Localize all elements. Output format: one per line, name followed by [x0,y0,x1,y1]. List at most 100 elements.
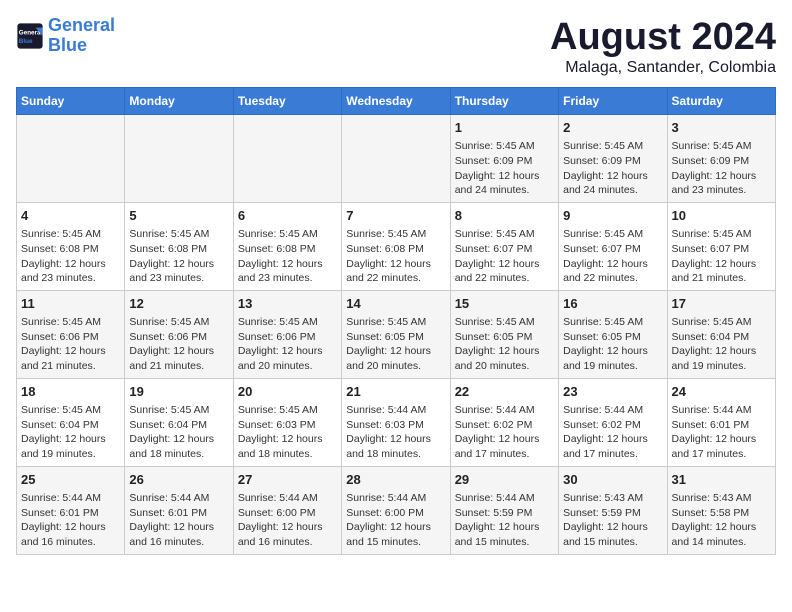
day-info: Sunrise: 5:45 AM Sunset: 6:09 PM Dayligh… [672,139,771,198]
calendar-cell: 1 Sunrise: 5:45 AM Sunset: 6:09 PM Daylig… [450,115,558,203]
day-number: 16 [563,295,662,313]
day-number: 11 [21,295,120,313]
day-number: 27 [238,471,337,489]
calendar-cell: 26 Sunrise: 5:44 AM Sunset: 6:01 PM Dayli… [125,466,233,554]
calendar-cell: 6Sunrise: 5:45 AM Sunset: 6:08 PM Daylig… [233,202,341,290]
weekday-header-friday: Friday [559,88,667,115]
day-number: 10 [672,207,771,225]
day-number: 2 [563,119,662,137]
day-number: 15 [455,295,554,313]
calendar-cell [233,115,341,203]
day-number: 23 [563,383,662,401]
day-number: 14 [346,295,445,313]
weekday-header-row: SundayMondayTuesdayWednesdayThursdayFrid… [17,88,776,115]
logo-icon: General Blue [16,22,44,50]
day-info: Sunrise: 5:45 AM Sunset: 6:04 PM Dayligh… [129,403,228,462]
day-number: 28 [346,471,445,489]
day-number: 4 [21,207,120,225]
day-number: 17 [672,295,771,313]
calendar-table: SundayMondayTuesdayWednesdayThursdayFrid… [16,87,776,555]
day-info: Sunrise: 5:44 AM Sunset: 5:59 PM Dayligh… [455,491,554,550]
day-info: Sunrise: 5:45 AM Sunset: 6:07 PM Dayligh… [672,227,771,286]
day-info: Sunrise: 5:43 AM Sunset: 5:58 PM Dayligh… [672,491,771,550]
day-info: Sunrise: 5:45 AM Sunset: 6:08 PM Dayligh… [238,227,337,286]
day-info: Sunrise: 5:45 AM Sunset: 6:07 PM Dayligh… [563,227,662,286]
calendar-cell: 25Sunrise: 5:44 AM Sunset: 6:01 PM Dayli… [17,466,125,554]
calendar-week-1: 1 Sunrise: 5:45 AM Sunset: 6:09 PM Daylig… [17,115,776,203]
day-number: 8 [455,207,554,225]
calendar-cell: 16Sunrise: 5:45 AM Sunset: 6:05 PM Dayli… [559,290,667,378]
weekday-header-saturday: Saturday [667,88,775,115]
calendar-cell: 20 Sunrise: 5:45 AM Sunset: 6:03 PM Dayli… [233,378,341,466]
day-number: 30 [563,471,662,489]
calendar-cell: 15Sunrise: 5:45 AM Sunset: 6:05 PM Dayli… [450,290,558,378]
day-info: Sunrise: 5:45 AM Sunset: 6:07 PM Dayligh… [455,227,554,286]
calendar-cell: 17Sunrise: 5:45 AM Sunset: 6:04 PM Dayli… [667,290,775,378]
calendar-cell: 11 Sunrise: 5:45 AM Sunset: 6:06 PM Dayli… [17,290,125,378]
day-number: 25 [21,471,120,489]
day-number: 21 [346,383,445,401]
main-title: August 2024 [550,16,776,59]
calendar-cell: 9 Sunrise: 5:45 AM Sunset: 6:07 PM Daylig… [559,202,667,290]
day-number: 29 [455,471,554,489]
header: General Blue GeneralBlue August 2024 Mal… [16,16,776,77]
day-info: Sunrise: 5:45 AM Sunset: 6:06 PM Dayligh… [21,315,120,374]
calendar-cell: 3Sunrise: 5:45 AM Sunset: 6:09 PM Daylig… [667,115,775,203]
day-number: 24 [672,383,771,401]
calendar-cell [125,115,233,203]
day-number: 12 [129,295,228,313]
day-number: 26 [129,471,228,489]
calendar-cell: 29 Sunrise: 5:44 AM Sunset: 5:59 PM Dayli… [450,466,558,554]
day-info: Sunrise: 5:44 AM Sunset: 6:01 PM Dayligh… [129,491,228,550]
calendar-cell: 12 Sunrise: 5:45 AM Sunset: 6:06 PM Dayli… [125,290,233,378]
day-number: 20 [238,383,337,401]
day-number: 5 [129,207,228,225]
day-info: Sunrise: 5:45 AM Sunset: 6:05 PM Dayligh… [346,315,445,374]
title-area: August 2024 Malaga, Santander, Colombia [550,16,776,77]
calendar-cell: 10 Sunrise: 5:45 AM Sunset: 6:07 PM Dayli… [667,202,775,290]
logo: General Blue GeneralBlue [16,16,115,56]
svg-text:Blue: Blue [19,38,33,45]
day-info: Sunrise: 5:44 AM Sunset: 6:00 PM Dayligh… [346,491,445,550]
day-number: 9 [563,207,662,225]
calendar-cell: 2Sunrise: 5:45 AM Sunset: 6:09 PM Daylig… [559,115,667,203]
weekday-header-thursday: Thursday [450,88,558,115]
day-info: Sunrise: 5:45 AM Sunset: 6:03 PM Dayligh… [238,403,337,462]
calendar-cell: 8 Sunrise: 5:45 AM Sunset: 6:07 PM Daylig… [450,202,558,290]
calendar-cell: 23Sunrise: 5:44 AM Sunset: 6:02 PM Dayli… [559,378,667,466]
day-number: 1 [455,119,554,137]
calendar-cell: 21Sunrise: 5:44 AM Sunset: 6:03 PM Dayli… [342,378,450,466]
calendar-cell: 31 Sunrise: 5:43 AM Sunset: 5:58 PM Dayli… [667,466,775,554]
day-info: Sunrise: 5:44 AM Sunset: 6:01 PM Dayligh… [672,403,771,462]
day-info: Sunrise: 5:45 AM Sunset: 6:04 PM Dayligh… [21,403,120,462]
calendar-cell: 14 Sunrise: 5:45 AM Sunset: 6:05 PM Dayli… [342,290,450,378]
calendar-cell: 19 Sunrise: 5:45 AM Sunset: 6:04 PM Dayli… [125,378,233,466]
calendar-week-4: 18 Sunrise: 5:45 AM Sunset: 6:04 PM Dayli… [17,378,776,466]
calendar-cell: 27 Sunrise: 5:44 AM Sunset: 6:00 PM Dayli… [233,466,341,554]
subtitle: Malaga, Santander, Colombia [550,59,776,77]
calendar-week-3: 11 Sunrise: 5:45 AM Sunset: 6:06 PM Dayli… [17,290,776,378]
calendar-cell [342,115,450,203]
day-number: 18 [21,383,120,401]
calendar-cell: 18 Sunrise: 5:45 AM Sunset: 6:04 PM Dayli… [17,378,125,466]
logo-text: GeneralBlue [48,16,115,56]
calendar-cell: 28 Sunrise: 5:44 AM Sunset: 6:00 PM Dayli… [342,466,450,554]
day-info: Sunrise: 5:43 AM Sunset: 5:59 PM Dayligh… [563,491,662,550]
day-info: Sunrise: 5:45 AM Sunset: 6:06 PM Dayligh… [129,315,228,374]
calendar-cell: 13 Sunrise: 5:45 AM Sunset: 6:06 PM Dayli… [233,290,341,378]
day-info: Sunrise: 5:44 AM Sunset: 6:00 PM Dayligh… [238,491,337,550]
weekday-header-tuesday: Tuesday [233,88,341,115]
calendar-cell: 5Sunrise: 5:45 AM Sunset: 6:08 PM Daylig… [125,202,233,290]
weekday-header-sunday: Sunday [17,88,125,115]
day-number: 7 [346,207,445,225]
day-info: Sunrise: 5:45 AM Sunset: 6:08 PM Dayligh… [346,227,445,286]
day-number: 13 [238,295,337,313]
day-info: Sunrise: 5:45 AM Sunset: 6:09 PM Dayligh… [455,139,554,198]
calendar-cell: 22Sunrise: 5:44 AM Sunset: 6:02 PM Dayli… [450,378,558,466]
calendar-week-2: 4 Sunrise: 5:45 AM Sunset: 6:08 PM Daylig… [17,202,776,290]
day-number: 19 [129,383,228,401]
weekday-header-monday: Monday [125,88,233,115]
day-number: 31 [672,471,771,489]
day-info: Sunrise: 5:45 AM Sunset: 6:06 PM Dayligh… [238,315,337,374]
weekday-header-wednesday: Wednesday [342,88,450,115]
